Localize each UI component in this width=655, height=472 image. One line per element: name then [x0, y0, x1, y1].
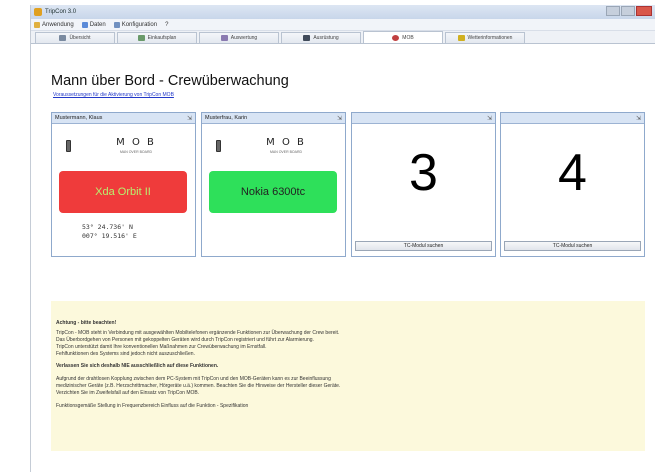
notice-warning: Verlassen Sie sich deshalb NIE ausschlie…: [56, 363, 219, 369]
mob-status: M O B MAN OVER BOARD: [66, 135, 185, 159]
app-window: TripCon 3.0 Anwendung Daten Konfiguratio…: [30, 5, 655, 472]
tab-ausruestung[interactable]: Ausrüstung: [281, 32, 361, 43]
plan-icon: [137, 35, 145, 41]
tab-label: Auswertung: [230, 35, 258, 41]
search-module-button[interactable]: TC-Modul suchen: [504, 241, 641, 251]
device-button[interactable]: Xda Orbit II: [59, 171, 187, 213]
warning-notice: Achtung - bitte beachten! TripCon - MOB …: [51, 301, 645, 451]
mob-sublabel: MAN OVER BOARD: [119, 150, 153, 154]
mob-status: M O B MAN OVER BOARD: [216, 135, 335, 159]
notice-line: Fehlfunktionen des Systems sind jedoch n…: [56, 351, 195, 357]
notice-footer: Funktionsgemäße Stellung in Frequenzbere…: [56, 403, 249, 409]
menu-daten[interactable]: Daten: [81, 21, 106, 28]
notice-line: Das Überbordgehen von Personen mit gekop…: [56, 337, 314, 343]
empty-slot-3: ⇲ 3 TC-Modul suchen: [351, 112, 496, 257]
tab-einkaufsplan[interactable]: Einkaufsplan: [117, 32, 197, 43]
pin-icon[interactable]: ⇲: [636, 114, 641, 125]
pin-icon[interactable]: ⇲: [187, 114, 192, 125]
notice-line: Verzichten Sie im Zweifelsfall auf den E…: [56, 390, 200, 396]
chart-icon: [220, 35, 228, 41]
crew-name: Musterfrau, Karin: [205, 115, 248, 121]
gps-coordinates: 53° 24.736' N 007° 19.516' E: [82, 223, 137, 240]
tab-label: Übersicht: [69, 35, 91, 41]
menu-help[interactable]: ?: [165, 22, 168, 28]
menu-label: Daten: [89, 21, 106, 28]
notice-line: TripCon unterstützt damit Ihre konventio…: [56, 344, 267, 350]
tab-auswertung[interactable]: Auswertung: [199, 32, 279, 43]
minimize-button[interactable]: [606, 6, 620, 16]
gear-icon: [113, 21, 120, 28]
window-controls: [606, 6, 652, 16]
menu-label: Konfiguration: [121, 21, 158, 28]
menu-bar: Anwendung Daten Konfiguration ?: [31, 19, 655, 31]
tab-label: MOB: [402, 34, 414, 41]
slot-number: 4: [558, 144, 587, 202]
phone-icon: [216, 140, 221, 152]
notice-line: medizinischer Geräte (z.B. Herzschrittma…: [56, 383, 341, 389]
folder-icon: [34, 21, 40, 28]
tab-uebersicht[interactable]: Übersicht: [35, 32, 115, 43]
menu-konfiguration[interactable]: Konfiguration: [113, 21, 158, 28]
weather-icon: [457, 35, 465, 41]
device-button[interactable]: Nokia 6300tc: [209, 171, 337, 213]
crew-panel-1: Mustermann, Klaus ⇲ M O B MAN OVER BOARD…: [51, 112, 196, 257]
pin-icon[interactable]: ⇲: [487, 114, 492, 125]
phone-icon: [66, 140, 71, 152]
mob-sublabel: MAN OVER BOARD: [269, 150, 303, 154]
app-icon: [34, 8, 42, 16]
crew-panel-2: Musterfrau, Karin ⇲ M O B MAN OVER BOARD…: [201, 112, 346, 257]
mob-icon: [392, 34, 400, 41]
page-title: Mann über Bord - Crewüberwachung: [51, 73, 289, 89]
search-module-button[interactable]: TC-Modul suchen: [355, 241, 492, 251]
requirements-link[interactable]: Voraussetzungen für die Aktivierung von …: [53, 92, 174, 98]
tab-mob[interactable]: MOB: [363, 31, 443, 43]
notice-line: Aufgrund der drahtlosen Kopplung zwische…: [56, 376, 331, 382]
menu-label: ?: [165, 21, 169, 28]
crew-name: Mustermann, Klaus: [55, 115, 103, 121]
window-title: TripCon 3.0: [45, 9, 77, 15]
notice-line: TripCon - MOB steht in Verbindung mit au…: [56, 330, 340, 336]
slot-number: 3: [409, 144, 438, 202]
maximize-button[interactable]: [621, 6, 635, 16]
users-icon: [81, 21, 88, 28]
menu-anwendung[interactable]: Anwendung: [34, 21, 74, 28]
overview-icon: [59, 35, 67, 41]
tab-wetterinformationen[interactable]: Wetterinformationen: [445, 32, 525, 43]
close-button[interactable]: [636, 6, 652, 16]
menu-label: Anwendung: [42, 21, 74, 28]
mob-label: M O B: [116, 137, 156, 148]
panel-header: Musterfrau, Karin ⇲: [202, 113, 345, 124]
equipment-icon: [303, 35, 311, 41]
tab-label: Einkaufsplan: [147, 35, 177, 41]
panel-header: Mustermann, Klaus ⇲: [52, 113, 195, 124]
panel-header: ⇲: [501, 113, 644, 124]
tab-label: Ausrüstung: [313, 35, 339, 41]
notice-heading: Achtung - bitte beachten!: [56, 320, 117, 326]
empty-slot-4: ⇲ 4 TC-Modul suchen: [500, 112, 645, 257]
pin-icon[interactable]: ⇲: [337, 114, 342, 125]
mob-label: M O B: [266, 137, 306, 148]
tab-label: Wetterinformationen: [467, 35, 513, 41]
mob-page: Mann über Bord - Crewüberwachung Vorauss…: [31, 45, 655, 472]
panel-header: ⇲: [352, 113, 495, 124]
tab-bar: Übersicht Einkaufsplan Auswertung Ausrüs…: [31, 31, 655, 44]
title-bar: TripCon 3.0: [31, 5, 655, 19]
